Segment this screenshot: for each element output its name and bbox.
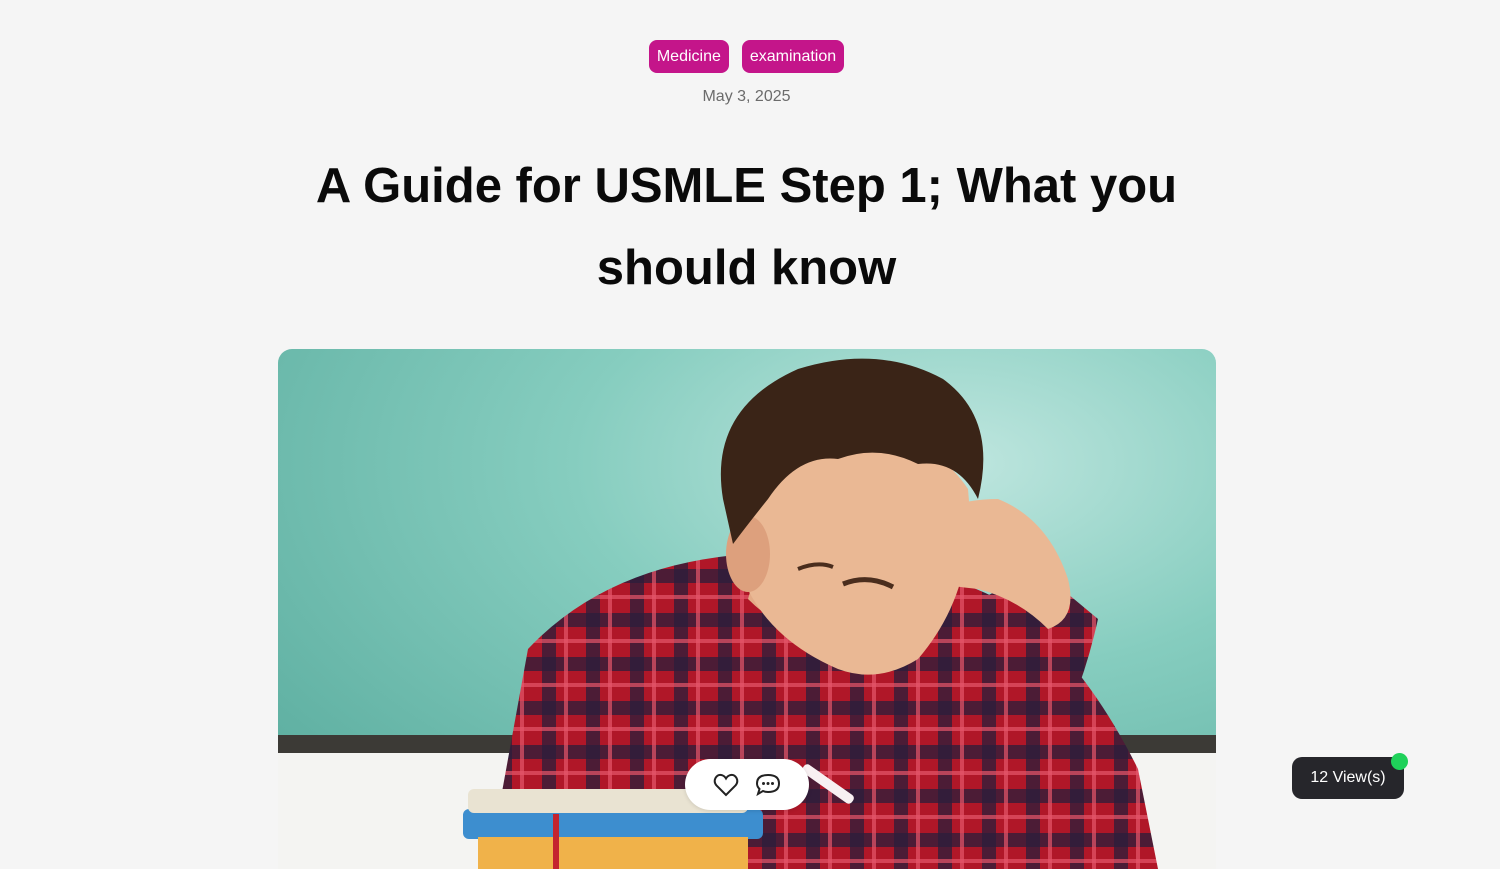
- heart-icon[interactable]: [713, 772, 739, 798]
- tag-list: Medicine examination: [0, 40, 1493, 73]
- tag-examination[interactable]: examination: [741, 40, 845, 73]
- online-indicator-dot: [1391, 753, 1408, 770]
- post-date: May 3, 2025: [702, 88, 791, 105]
- tag-medicine[interactable]: Medicine: [648, 40, 729, 73]
- views-badge: 12 View(s): [1292, 757, 1404, 799]
- comment-bubble-icon[interactable]: [755, 772, 781, 798]
- post-title: A Guide for USMLE Step 1; What you shoul…: [315, 159, 1178, 295]
- reaction-bar: [685, 759, 809, 810]
